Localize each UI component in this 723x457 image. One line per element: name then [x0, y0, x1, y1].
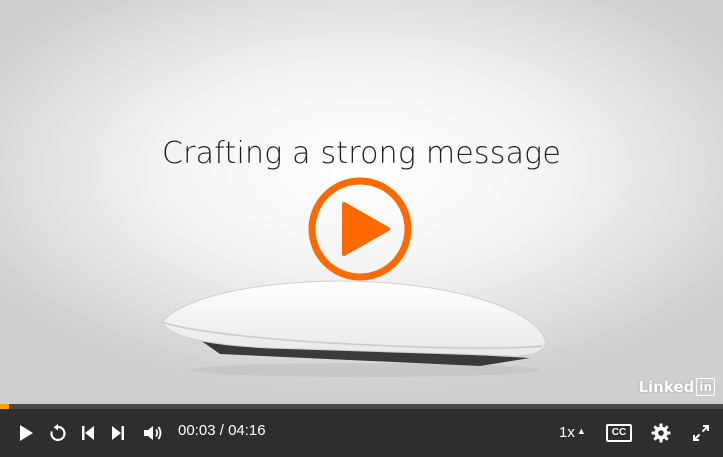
time-separator: /: [215, 422, 229, 439]
settings-button[interactable]: [646, 409, 676, 457]
speed-label: 1x: [559, 424, 575, 441]
linkedin-watermark: Linked in: [638, 378, 715, 396]
next-icon: [112, 426, 124, 440]
slide-title: Crafting a strong message: [161, 136, 562, 171]
settings-gear-icon: [651, 423, 671, 443]
video-frame[interactable]: Crafting a strong message Linked in: [0, 0, 723, 404]
volume-button[interactable]: [138, 409, 168, 457]
watermark-text: Linked: [638, 378, 695, 396]
play-button[interactable]: [12, 409, 40, 457]
big-play-button[interactable]: [306, 176, 414, 282]
closed-captions-button[interactable]: CC: [604, 409, 634, 457]
playback-speed-button[interactable]: 1x ▲: [559, 409, 586, 453]
fullscreen-button[interactable]: [686, 409, 716, 457]
replay-button[interactable]: [44, 409, 72, 457]
control-bar: 00:03 / 04:16 1x ▲ CC: [0, 409, 723, 457]
duration: 04:16: [228, 422, 266, 439]
play-icon: [20, 425, 33, 441]
cc-icon: CC: [606, 424, 632, 442]
time-display: 00:03 / 04:16: [178, 409, 266, 453]
replay-icon: [50, 424, 66, 442]
volume-icon: [144, 426, 162, 440]
speed-caret-icon: ▲: [576, 426, 586, 436]
previous-icon: [82, 426, 94, 440]
previous-button[interactable]: [74, 409, 102, 457]
video-player: Crafting a strong message Linked in 00:0…: [0, 0, 723, 457]
next-button[interactable]: [104, 409, 132, 457]
current-time: 00:03: [178, 422, 216, 439]
fullscreen-icon: [693, 425, 709, 441]
watermark-in-box: in: [696, 378, 715, 396]
